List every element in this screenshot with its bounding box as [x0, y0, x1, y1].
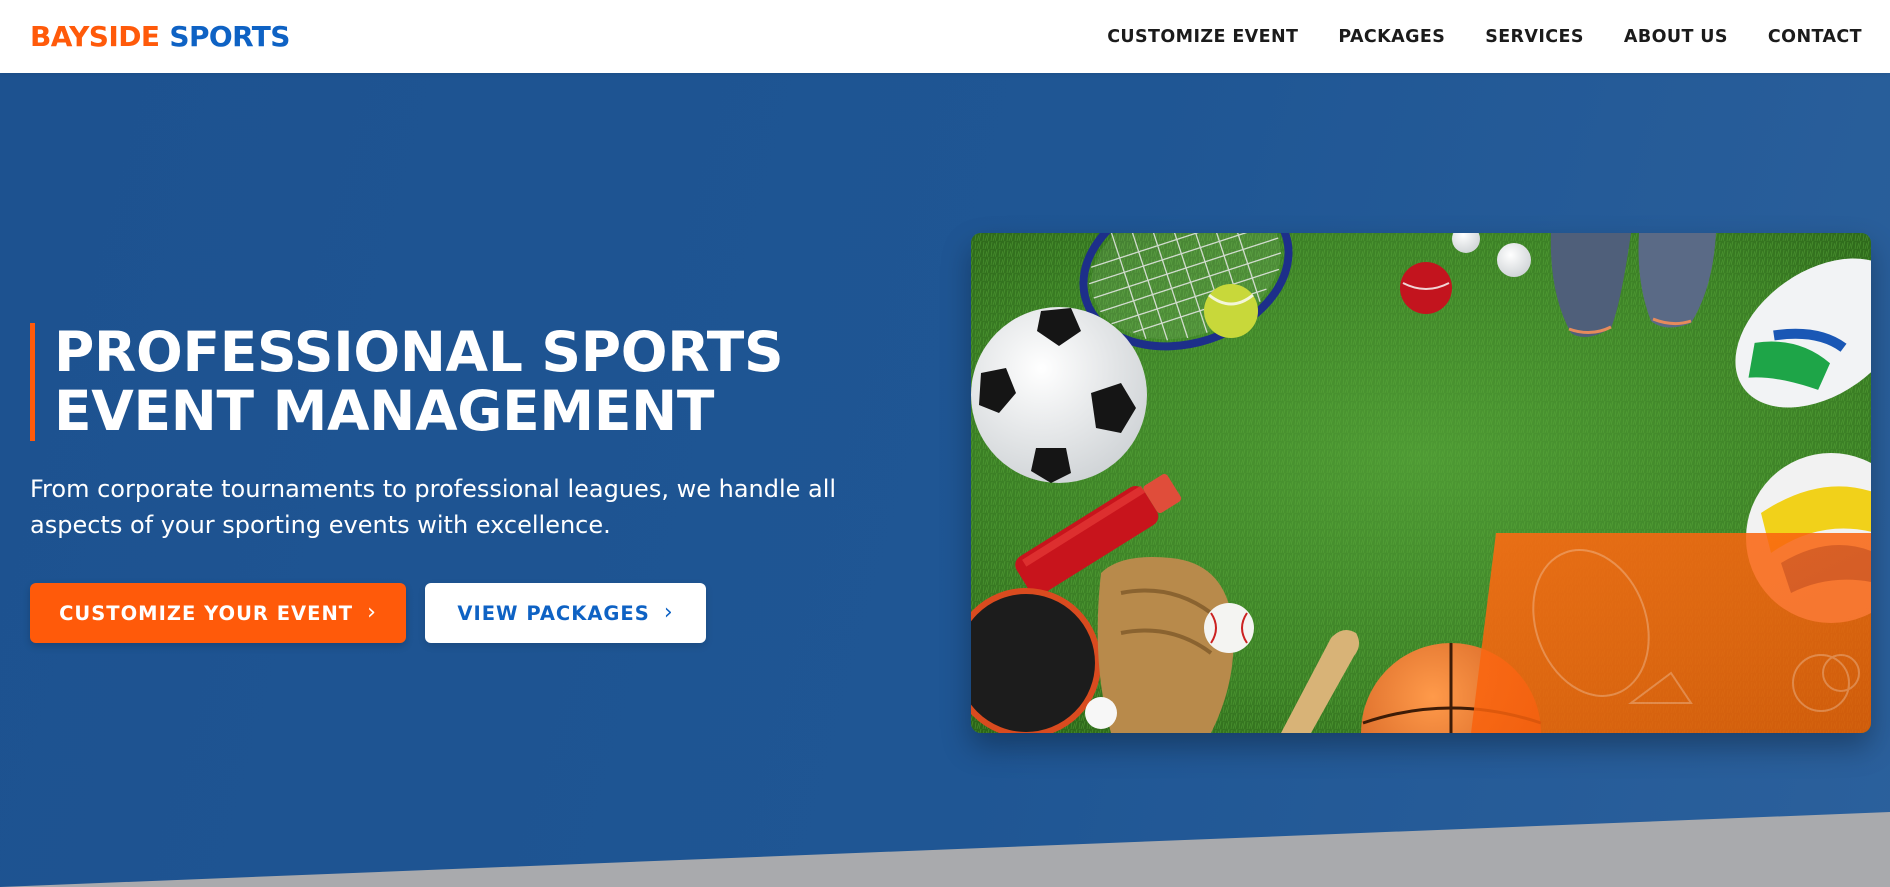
nav-item-customize-event[interactable]: CUSTOMIZE EVENT [1107, 27, 1298, 47]
sports-equipment-image [971, 233, 1871, 733]
nav-item-about-us[interactable]: ABOUT US [1624, 27, 1728, 47]
hero-section: PROFESSIONAL SPORTS EVENT MANAGEMENT Fro… [0, 73, 1890, 887]
view-packages-label: VIEW PACKAGES [457, 601, 650, 625]
nav-item-contact[interactable]: CONTACT [1768, 27, 1862, 47]
brand-name-part1: BAYSIDE [30, 20, 160, 53]
customize-your-event-label: CUSTOMIZE YOUR EVENT [59, 601, 354, 625]
brand-logo[interactable]: BAYSIDE SPORTS [30, 20, 290, 53]
hero-title: PROFESSIONAL SPORTS EVENT MANAGEMENT [30, 320, 784, 443]
nav-item-packages[interactable]: PACKAGES [1338, 27, 1445, 47]
section-divider-slant [0, 812, 1890, 887]
nav-item-services[interactable]: SERVICES [1485, 27, 1584, 47]
hero-title-line2: EVENT MANAGEMENT [54, 379, 715, 443]
view-packages-button[interactable]: VIEW PACKAGES › [425, 583, 706, 643]
main-nav: CUSTOMIZE EVENT PACKAGES SERVICES ABOUT … [1107, 27, 1862, 47]
hero-title-line1: PROFESSIONAL SPORTS [54, 320, 784, 384]
brand-name-part2: SPORTS [169, 20, 290, 53]
site-header: BAYSIDE SPORTS CUSTOMIZE EVENT PACKAGES … [0, 0, 1890, 73]
customize-your-event-button[interactable]: CUSTOMIZE YOUR EVENT › [30, 583, 406, 643]
chevron-right-icon: › [663, 600, 674, 625]
hero-subtitle: From corporate tournaments to profession… [30, 475, 837, 539]
chevron-right-icon: › [367, 600, 377, 625]
